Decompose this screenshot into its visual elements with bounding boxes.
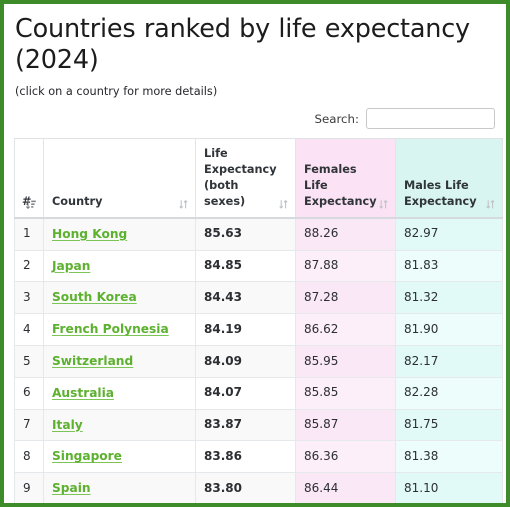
search-label: Search:: [314, 111, 359, 126]
cell-males-life-expectancy: 81.83: [395, 249, 503, 283]
cell-rank: 9: [14, 472, 44, 503]
cell-life-expectancy-both: 83.86: [195, 440, 296, 474]
cell-life-expectancy-both: 84.43: [195, 281, 296, 315]
cell-females-life-expectancy: 86.36: [295, 440, 396, 474]
column-header-females-life-expectancy-label: Females Life Expectancy: [304, 162, 377, 208]
cell-life-expectancy-both: 85.63: [195, 217, 296, 251]
table-row: 9 Spain 83.80 86.44 81.10: [14, 472, 503, 503]
cell-rank: 2: [14, 249, 44, 283]
cell-males-life-expectancy: 82.28: [395, 376, 503, 410]
life-expectancy-panel: Countries ranked by life expectancy (202…: [0, 0, 510, 507]
cell-females-life-expectancy: 85.87: [295, 408, 396, 442]
table-row: 7 Italy 83.87 85.87 81.75: [14, 408, 503, 442]
sort-both-icon[interactable]: [485, 199, 496, 210]
cell-life-expectancy-both: 84.85: [195, 249, 296, 283]
cell-males-life-expectancy: 81.38: [395, 440, 503, 474]
column-header-females-life-expectancy[interactable]: Females Life Expectancy: [295, 137, 396, 219]
table-row: 3 South Korea 84.43 87.28 81.32: [14, 281, 503, 315]
cell-country: Japan: [43, 249, 196, 283]
cell-rank: 5: [14, 345, 44, 378]
cell-life-expectancy-both: 84.07: [195, 376, 296, 410]
cell-country: Italy: [43, 408, 196, 442]
table-row: 6 Australia 84.07 85.85 82.28: [14, 376, 503, 410]
sort-descending-icon[interactable]: [26, 199, 37, 210]
country-link[interactable]: South Korea: [52, 290, 137, 304]
country-link[interactable]: Singapore: [52, 449, 122, 463]
cell-males-life-expectancy: 81.90: [395, 313, 503, 347]
cell-females-life-expectancy: 86.44: [295, 472, 396, 503]
panel-content: Countries ranked by life expectancy (202…: [4, 4, 506, 503]
cell-rank: 3: [14, 281, 44, 315]
cell-rank: 1: [14, 217, 44, 251]
life-expectancy-table: # Country Life Expectancy (both sexes) F…: [14, 137, 503, 503]
cell-males-life-expectancy: 82.17: [395, 345, 503, 378]
column-header-life-expectancy-both-label: Life Expectancy (both sexes): [204, 146, 277, 208]
cell-country: South Korea: [43, 281, 196, 315]
table-header: # Country Life Expectancy (both sexes) F…: [14, 137, 503, 219]
country-link[interactable]: Hong Kong: [52, 227, 127, 241]
cell-rank: 7: [14, 408, 44, 442]
sort-both-icon[interactable]: [378, 199, 389, 210]
table-row: 2 Japan 84.85 87.88 81.83: [14, 249, 503, 283]
search-row: Search:: [14, 108, 495, 130]
country-link[interactable]: French Polynesia: [52, 322, 169, 336]
cell-males-life-expectancy: 82.97: [395, 217, 503, 251]
table-header-row: # Country Life Expectancy (both sexes) F…: [14, 137, 503, 219]
cell-life-expectancy-both: 84.09: [195, 345, 296, 378]
cell-females-life-expectancy: 87.88: [295, 249, 396, 283]
country-link[interactable]: Australia: [52, 386, 114, 400]
table-row: 4 French Polynesia 84.19 86.62 81.90: [14, 313, 503, 347]
cell-rank: 4: [14, 313, 44, 347]
cell-life-expectancy-both: 84.19: [195, 313, 296, 347]
sort-both-icon[interactable]: [278, 199, 289, 210]
cell-males-life-expectancy: 81.75: [395, 408, 503, 442]
page-subtitle: (click on a country for more details): [15, 85, 218, 99]
cell-life-expectancy-both: 83.87: [195, 408, 296, 442]
page-title: Countries ranked by life expectancy (202…: [15, 14, 470, 76]
column-header-males-life-expectancy[interactable]: Males Life Expectancy: [395, 137, 503, 219]
search-input[interactable]: [366, 108, 495, 130]
cell-females-life-expectancy: 85.85: [295, 376, 396, 410]
country-link[interactable]: Japan: [52, 259, 90, 273]
cell-life-expectancy-both: 83.80: [195, 472, 296, 503]
column-header-rank[interactable]: #: [14, 137, 44, 219]
cell-country: French Polynesia: [43, 313, 196, 347]
cell-males-life-expectancy: 81.32: [395, 281, 503, 315]
cell-country: Switzerland: [43, 345, 196, 378]
column-header-country[interactable]: Country: [43, 137, 196, 219]
country-link[interactable]: Switzerland: [52, 354, 133, 368]
column-header-life-expectancy-both[interactable]: Life Expectancy (both sexes): [195, 137, 296, 219]
table-row: 1 Hong Kong 85.63 88.26 82.97: [14, 217, 503, 251]
cell-females-life-expectancy: 86.62: [295, 313, 396, 347]
cell-males-life-expectancy: 81.10: [395, 472, 503, 503]
cell-country: Australia: [43, 376, 196, 410]
cell-country: Spain: [43, 472, 196, 503]
cell-country: Singapore: [43, 440, 196, 474]
table-body: 1 Hong Kong 85.63 88.26 82.97 2 Japan 84.85 87.8…: [14, 217, 503, 503]
table-row: 8 Singapore 83.86 86.36 81.38: [14, 440, 503, 474]
column-header-country-label: Country: [52, 194, 103, 208]
cell-country: Hong Kong: [43, 217, 196, 251]
cell-rank: 6: [14, 376, 44, 410]
country-link[interactable]: Spain: [52, 481, 91, 495]
cell-females-life-expectancy: 87.28: [295, 281, 396, 315]
cell-females-life-expectancy: 85.95: [295, 345, 396, 378]
cell-females-life-expectancy: 88.26: [295, 217, 396, 251]
table-row: 5 Switzerland 84.09 85.95 82.17: [14, 345, 503, 378]
cell-rank: 8: [14, 440, 44, 474]
sort-both-icon[interactable]: [178, 199, 189, 210]
country-link[interactable]: Italy: [52, 418, 83, 432]
column-header-males-life-expectancy-label: Males Life Expectancy: [404, 178, 477, 208]
